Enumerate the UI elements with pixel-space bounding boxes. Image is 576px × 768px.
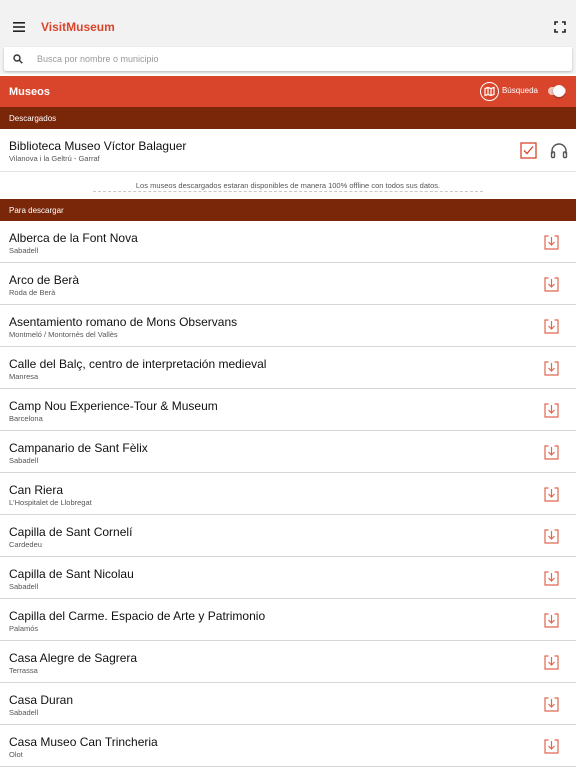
museum-city: Sabadell [9, 246, 39, 255]
downloaded-section-header: Descargados [0, 107, 576, 129]
map-button[interactable] [480, 82, 499, 101]
museum-name: Capilla del Carme. Espacio de Arte y Pat… [9, 609, 266, 623]
museum-city: Manresa [9, 372, 39, 381]
menu-button[interactable] [9, 17, 29, 37]
museum-name: Asentamiento romano de Mons Observans [9, 315, 238, 329]
museum-name: Campanario de Sant Fèlix [9, 441, 148, 455]
download-button[interactable] [543, 696, 560, 713]
map-icon [484, 86, 495, 97]
fullscreen-button[interactable] [550, 17, 570, 37]
downloaded-museum-row[interactable]: Biblioteca Museo Víctor Balaguer Vilanov… [0, 129, 576, 171]
museum-row[interactable]: Campanario de Sant Fèlix Sabadell [0, 431, 576, 473]
museum-row[interactable]: Capilla del Carme. Espacio de Arte y Pat… [0, 599, 576, 641]
search-icon [13, 52, 27, 66]
download-button[interactable] [543, 612, 560, 629]
museum-name: Casa Duran [9, 693, 74, 707]
download-button[interactable] [543, 276, 560, 293]
download-button[interactable] [543, 570, 560, 587]
museum-city: Vilanova i la Geltrú - Garraf [9, 154, 100, 163]
offline-info-note: Los museos descargados estaran disponibl… [0, 171, 576, 199]
museum-row[interactable]: Casa Duran Sabadell [0, 683, 576, 725]
museum-city: Cardedeu [9, 540, 42, 549]
museum-name: Casa Museo Can Trincheria [9, 735, 158, 749]
app-title: VisitMuseum [41, 20, 115, 34]
download-icon [544, 361, 559, 376]
download-icon [544, 319, 559, 334]
download-button[interactable] [543, 444, 560, 461]
download-button[interactable] [543, 402, 560, 419]
museum-name: Capilla de Sant Cornelí [9, 525, 133, 539]
museum-list: Alberca de la Font Nova Sabadell Arco de… [0, 221, 576, 767]
museum-row[interactable]: Asentamiento romano de Mons Observans Mo… [0, 305, 576, 347]
museum-city: Sabadell [9, 582, 39, 591]
download-icon [544, 403, 559, 418]
download-icon [544, 529, 559, 544]
museum-row[interactable]: Camp Nou Experience-Tour & Museum Barcel… [0, 389, 576, 431]
download-button[interactable] [543, 360, 560, 377]
audio-guide-button[interactable] [550, 142, 568, 159]
download-icon [544, 571, 559, 586]
offline-info-text: Los museos descargados estaran disponibl… [135, 181, 441, 190]
toggle-knob [553, 85, 565, 97]
download-icon [544, 277, 559, 292]
museum-name: Camp Nou Experience-Tour & Museum [9, 399, 218, 413]
download-icon [544, 655, 559, 670]
museum-city: Terrassa [9, 666, 38, 675]
download-button[interactable] [543, 654, 560, 671]
museum-name: Casa Alegre de Sagrera [9, 651, 138, 665]
download-icon [544, 235, 559, 250]
museum-name: Biblioteca Museo Víctor Balaguer [9, 139, 187, 153]
download-button[interactable] [543, 486, 560, 503]
downloaded-check-button[interactable] [520, 142, 537, 159]
museum-row[interactable]: Calle del Balç, centro de interpretación… [0, 347, 576, 389]
museum-city: Roda de Berà [9, 288, 56, 297]
fullscreen-icon [554, 21, 566, 33]
museum-city: Palamós [9, 624, 39, 633]
section-title: Museos [9, 85, 50, 98]
headphones-icon [550, 143, 568, 159]
download-button[interactable] [543, 738, 560, 755]
museum-city: Montmeló / Montornès del Vallès [9, 330, 118, 339]
museum-row[interactable]: Casa Museo Can Trincheria Olot [0, 725, 576, 767]
search-toggle[interactable] [545, 85, 566, 97]
divider [93, 191, 483, 192]
download-icon [544, 739, 559, 754]
museum-city: L'Hospitalet de Llobregat [9, 498, 92, 507]
museum-city: Barcelona [9, 414, 43, 423]
to-download-section-header: Para descargar [0, 199, 576, 221]
app-bar: VisitMuseum [0, 9, 576, 45]
download-button[interactable] [543, 234, 560, 251]
museum-city: Sabadell [9, 708, 39, 717]
search-input[interactable] [37, 54, 517, 64]
download-button[interactable] [543, 318, 560, 335]
museum-name: Can Riera [9, 483, 64, 497]
museum-row[interactable]: Alberca de la Font Nova Sabadell [0, 221, 576, 263]
status-bar [0, 0, 576, 9]
museum-row[interactable]: Capilla de Sant Cornelí Cardedeu [0, 515, 576, 557]
download-icon [544, 697, 559, 712]
download-icon [544, 445, 559, 460]
museum-row[interactable]: Can Riera L'Hospitalet de Llobregat [0, 473, 576, 515]
museum-row[interactable]: Arco de Berà Roda de Berà [0, 263, 576, 305]
museum-city: Sabadell [9, 456, 39, 465]
museums-header: Museos Búsqueda [0, 76, 576, 107]
museum-city: Olot [9, 750, 23, 759]
museum-row[interactable]: Capilla de Sant Nicolau Sabadell [0, 557, 576, 599]
museum-name: Alberca de la Font Nova [9, 231, 138, 245]
museum-name: Calle del Balç, centro de interpretación… [9, 357, 267, 371]
search-box[interactable] [4, 47, 572, 71]
download-button[interactable] [543, 528, 560, 545]
download-icon [544, 487, 559, 502]
museum-row[interactable]: Casa Alegre de Sagrera Terrassa [0, 641, 576, 683]
checkbox-checked-icon [520, 142, 537, 159]
menu-icon [13, 22, 25, 32]
museum-name: Arco de Berà [9, 273, 80, 287]
search-bar [0, 45, 576, 74]
download-icon [544, 613, 559, 628]
search-toggle-label: Búsqueda [501, 86, 538, 95]
museum-name: Capilla de Sant Nicolau [9, 567, 134, 581]
